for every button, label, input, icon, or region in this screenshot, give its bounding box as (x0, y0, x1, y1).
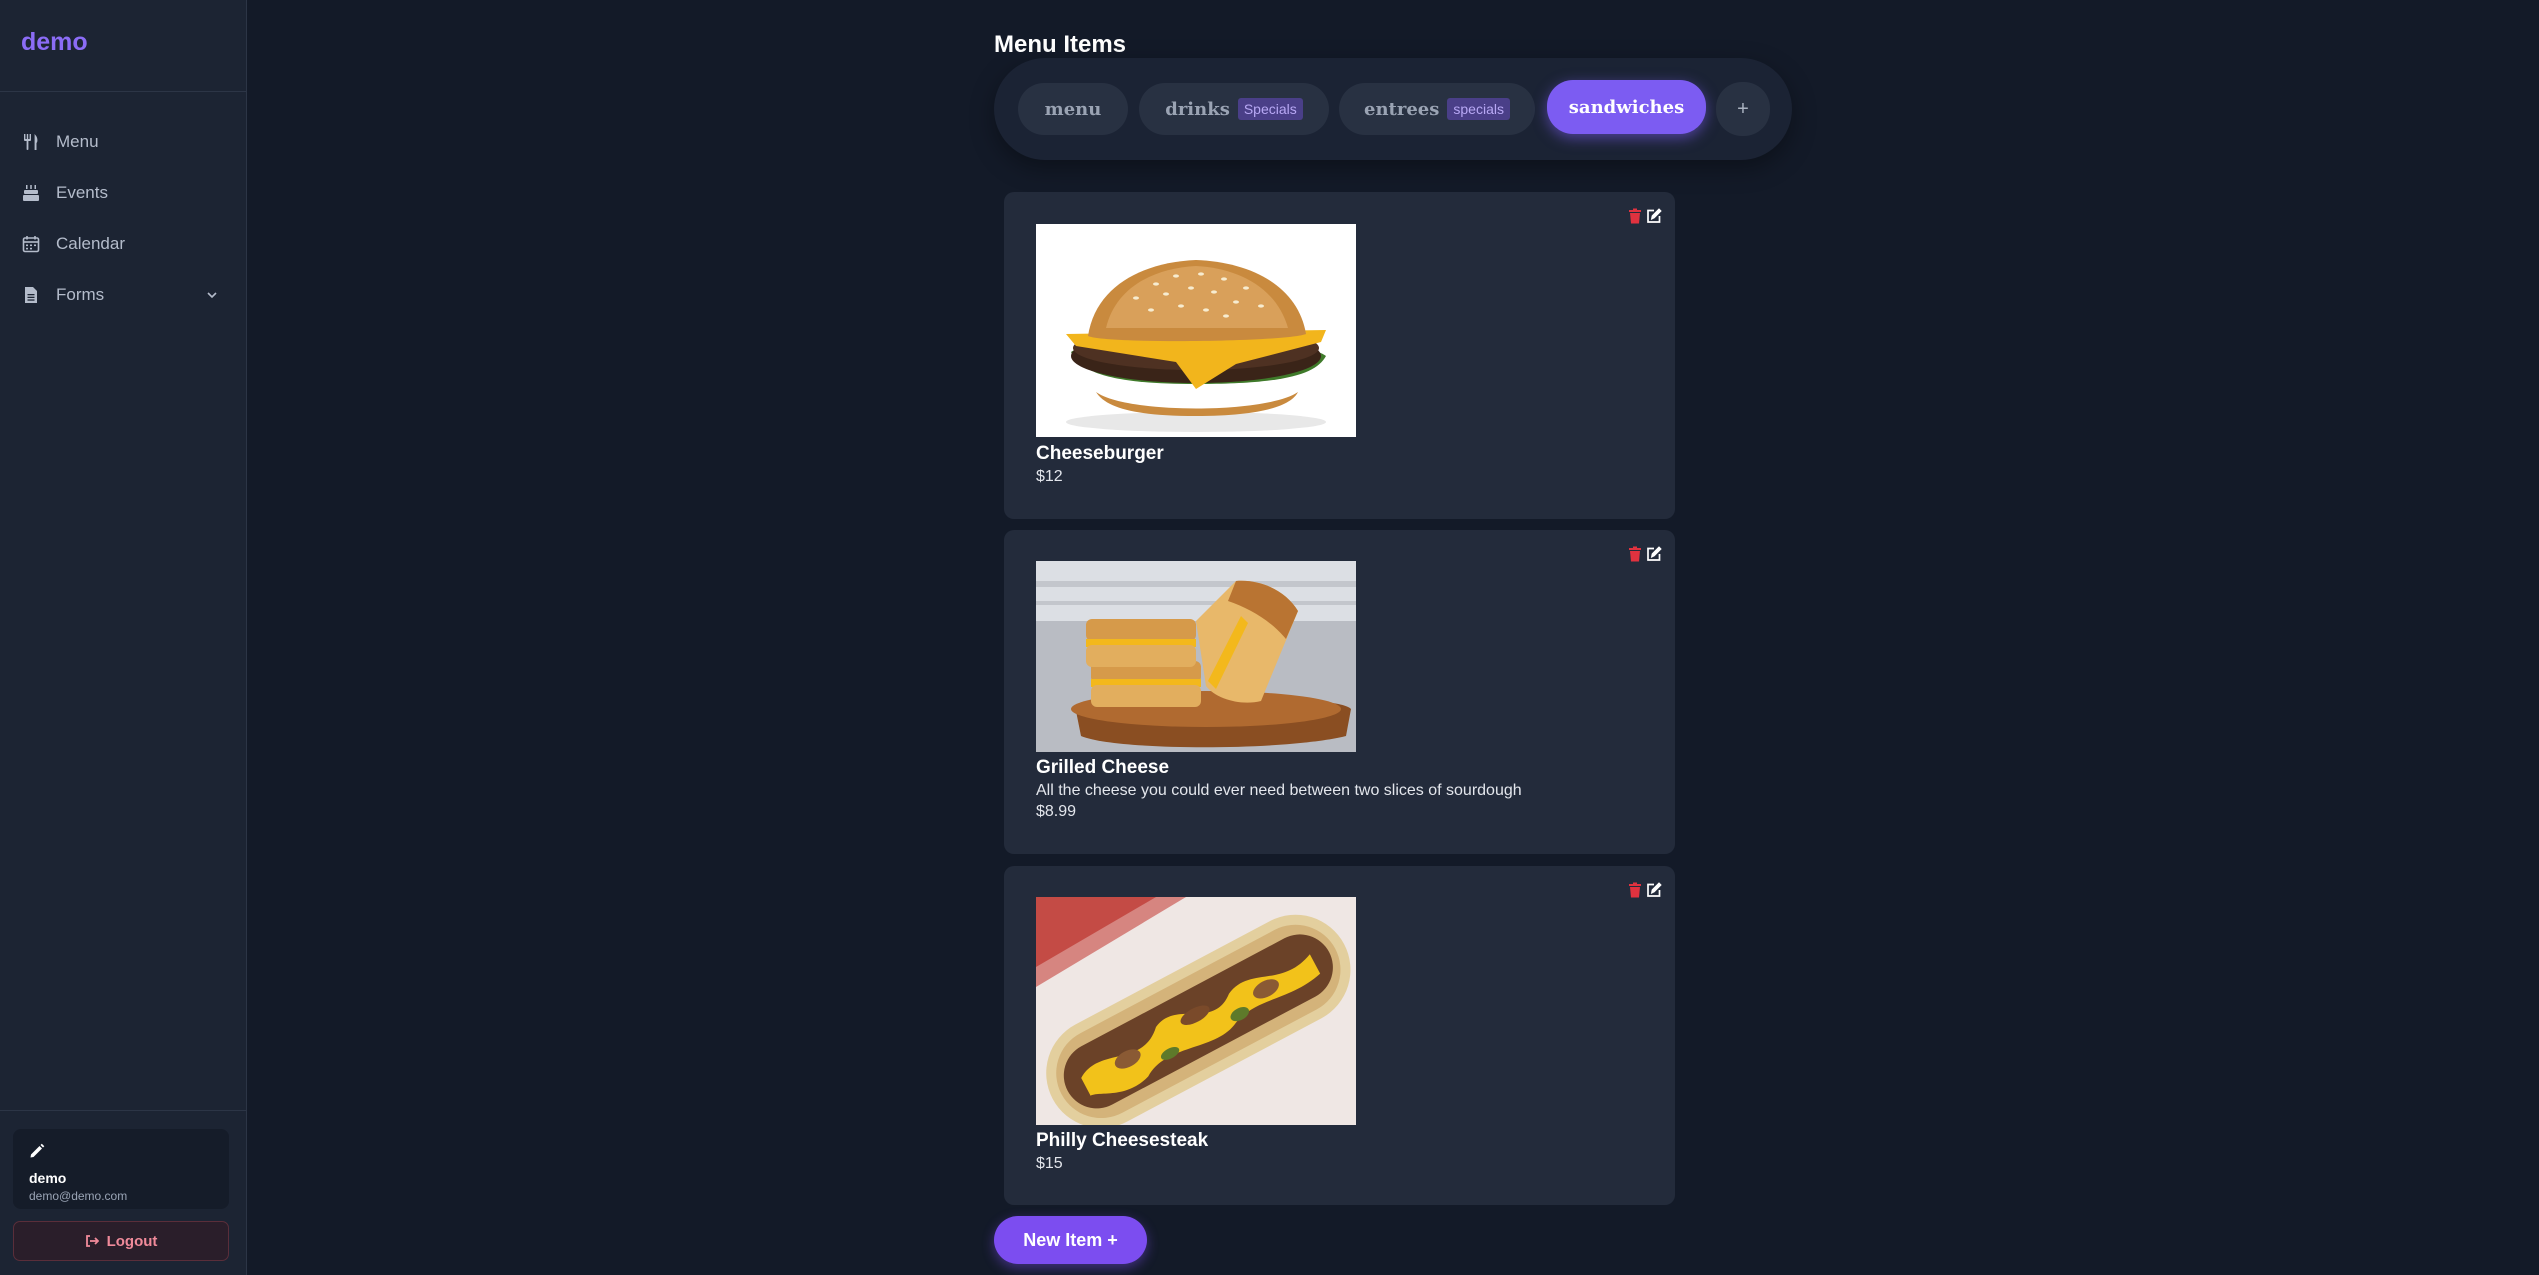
trash-icon[interactable] (1628, 882, 1642, 898)
tab-menu[interactable]: menu (1018, 83, 1128, 135)
tab-badge: specials (1447, 98, 1510, 120)
logout-icon (85, 1235, 99, 1247)
menu-item-card: Cheeseburger $12 (1004, 192, 1675, 519)
logout-button[interactable]: Logout (13, 1221, 229, 1261)
grilled-cheese-image (1036, 561, 1356, 752)
trash-icon[interactable] (1628, 546, 1642, 562)
sidebar-item-events[interactable]: Events (0, 167, 246, 218)
user-email: demo@demo.com (29, 1189, 128, 1203)
item-price: $12 (1036, 468, 1063, 485)
sidebar-item-label: Events (56, 182, 108, 202)
sidebar-item-label: Menu (56, 131, 99, 151)
sidebar-footer: demo demo@demo.com Logout (0, 1110, 246, 1275)
tab-label: sandwiches (1568, 96, 1685, 118)
sidebar-item-menu[interactable]: Menu (0, 116, 246, 167)
tab-drinks[interactable]: drinks Specials (1139, 83, 1329, 135)
sidebar-nav: Menu Events Calendar Forms (0, 92, 246, 320)
item-price: $15 (1036, 1155, 1063, 1172)
category-tabs: menu drinks Specials entrees specials sa… (994, 58, 1792, 160)
brand-logo-text[interactable]: demo (21, 28, 88, 57)
new-item-label: New Item + (1023, 1229, 1118, 1250)
sidebar-item-forms[interactable]: Forms (0, 269, 246, 320)
tab-sandwiches[interactable]: sandwiches (1547, 80, 1706, 134)
sidebar-item-label: Calendar (56, 233, 125, 253)
cake-icon (22, 184, 40, 202)
tab-entrees[interactable]: entrees specials (1339, 83, 1535, 135)
logout-label: Logout (106, 1232, 158, 1250)
item-description: All the cheese you could ever need betwe… (1036, 782, 1522, 799)
card-actions (1628, 208, 1662, 224)
user-card[interactable]: demo demo@demo.com (13, 1129, 229, 1209)
menu-item-card: Philly Cheesesteak $15 (1004, 866, 1675, 1205)
sidebar-item-calendar[interactable]: Calendar (0, 218, 246, 269)
sidebar: demo Menu Events Calendar Forms demo dem… (0, 0, 247, 1275)
item-name: Cheeseburger (1036, 443, 1164, 464)
chevron-down-icon[interactable] (206, 286, 218, 306)
tab-label: entrees (1364, 98, 1440, 120)
menu-item-card: Grilled Cheese All the cheese you could … (1004, 530, 1675, 854)
edit-icon[interactable] (1646, 546, 1662, 562)
cheeseburger-image (1036, 224, 1356, 437)
sidebar-item-label: Forms (56, 284, 105, 304)
utensils-icon (22, 133, 40, 151)
calendar-icon (22, 235, 40, 253)
item-price: $8.99 (1036, 803, 1077, 820)
brand: demo (0, 0, 246, 92)
add-tab-button[interactable]: + (1716, 82, 1770, 136)
pencil-icon[interactable] (29, 1143, 45, 1164)
user-name: demo (29, 1170, 67, 1186)
card-actions (1628, 882, 1662, 898)
tab-label: drinks (1165, 98, 1230, 120)
document-icon (22, 286, 40, 304)
item-name: Philly Cheesesteak (1036, 1130, 1209, 1151)
tab-label: menu (1044, 98, 1102, 120)
page-title: Menu Items (994, 31, 1127, 58)
plus-icon: + (1737, 97, 1749, 120)
card-actions (1628, 546, 1662, 562)
edit-icon[interactable] (1646, 882, 1662, 898)
trash-icon[interactable] (1628, 208, 1642, 224)
item-name: Grilled Cheese (1036, 757, 1170, 778)
philly-cheesesteak-image (1036, 897, 1356, 1125)
tab-badge: Specials (1237, 98, 1303, 120)
new-item-button[interactable]: New Item + (994, 1216, 1147, 1264)
edit-icon[interactable] (1646, 208, 1662, 224)
